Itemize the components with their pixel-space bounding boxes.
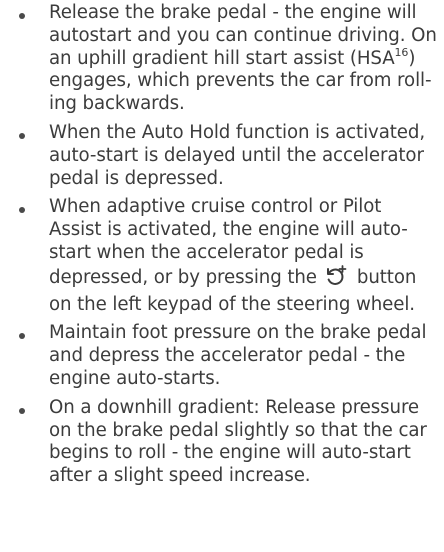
text-line: an uphill gradient hill start assist (HS… <box>49 45 418 71</box>
text-line: after a slight speed increase. <box>49 465 311 487</box>
text-line: depressed, or by pressing the button <box>49 264 418 294</box>
bullet-dot <box>19 333 25 340</box>
footnote-reference: 16 <box>394 45 409 59</box>
pressing-text: depressed, or by pressing the <box>49 266 317 288</box>
text-line: engages, which prevents the car from rol… <box>49 70 432 92</box>
resume-plus-icon <box>323 264 347 294</box>
hsa-text: an uphill gradient hill start assist (HS… <box>49 47 395 69</box>
button-word: button <box>356 266 417 288</box>
text-line: autostart and you can continue driving. … <box>49 24 437 46</box>
text-line: auto-start is delayed until the accelera… <box>49 144 424 166</box>
list-item-downhill: On a downhill gradient: Release pressure… <box>0 397 444 488</box>
text-line: engine auto-starts. <box>49 367 221 389</box>
text-line: on the brake pedal slightly so that the … <box>49 419 427 441</box>
text-line: pedal is depressed. <box>49 167 224 189</box>
text-line: ing backwards. <box>49 93 185 115</box>
bullet-dot <box>19 13 25 19</box>
list-item-auto-hold: When the Auto Hold function is activated… <box>0 122 444 190</box>
text-line: start when the accelerator pedal is <box>49 241 364 263</box>
bullet-list: Release the brake pedal - the engine wil… <box>0 2 444 488</box>
list-item-adaptive-cruise: When adaptive cruise control or Pilot As… <box>0 196 444 316</box>
text-line: begins to roll - the engine will auto-st… <box>49 442 411 464</box>
text-line: On a downhill gradient: Release pressure <box>49 396 420 418</box>
manual-page: Release the brake pedal - the engine wil… <box>0 0 444 552</box>
text-line: on the left keypad of the steering wheel… <box>49 293 415 315</box>
bullet-dot <box>19 207 25 214</box>
text-line: When adaptive cruise control or Pilot <box>49 196 382 218</box>
list-item-foot-pressure: Maintain foot pressure on the brake peda… <box>0 322 444 390</box>
text-line: Assist is activated, the engine will aut… <box>49 219 408 241</box>
text-line: and depress the accelerator pedal - the <box>49 345 406 367</box>
hsa-close-paren: ) <box>408 47 416 69</box>
bullet-dot <box>19 407 25 414</box>
text-line: When the Auto Hold function is activated… <box>49 121 425 143</box>
bullet-dot <box>19 132 25 139</box>
text-line: Release the brake pedal - the engine wil… <box>49 2 417 23</box>
list-item-release-brake: Release the brake pedal - the engine wil… <box>0 2 444 116</box>
text-line: Maintain foot pressure on the brake peda… <box>49 322 427 344</box>
